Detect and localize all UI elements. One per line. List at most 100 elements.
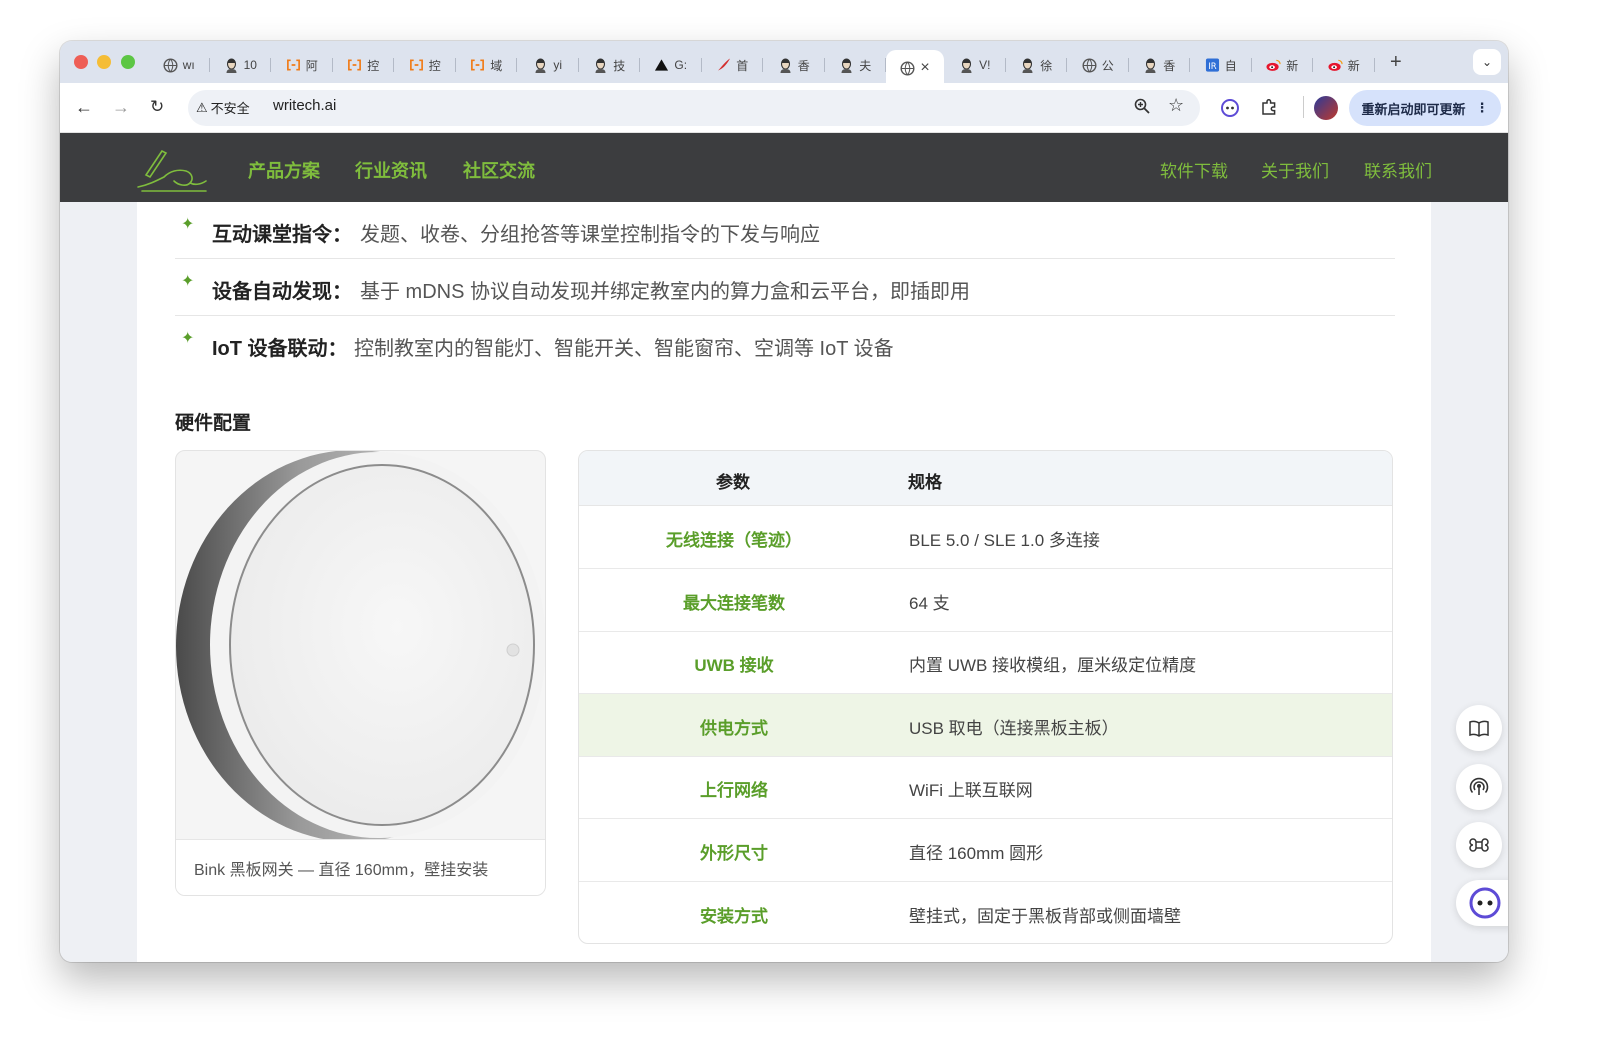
close-window-button[interactable] — [74, 55, 88, 69]
book-icon[interactable] — [1456, 705, 1502, 751]
extension-ai-icon[interactable] — [1220, 98, 1240, 123]
assistant-icon[interactable] — [1456, 880, 1508, 926]
spec-table: 参数 规格 无线连接（笔迹） BLE 5.0 / SLE 1.0 多连接 最大连接笔… — [578, 450, 1393, 944]
security-label: 不安全 — [210, 101, 250, 116]
address-bar[interactable] — [188, 90, 1200, 126]
feature-item: ✦ 互动课堂指令： 发题、收卷、分组抢答等课堂控制指令的下发与响应 — [175, 202, 1395, 259]
feature-item: ✦ IoT 设备联动： 控制教室内的智能灯、智能开关、智能窗帘、空调等 IoT … — [175, 316, 1395, 373]
spec-cell: 直径 160mm 圆形 — [909, 844, 1044, 863]
globe-icon — [900, 60, 915, 76]
browser-tab[interactable]: wı — [148, 50, 210, 80]
nav-community[interactable]: 社区交流 — [463, 157, 535, 183]
browser-tab[interactable]: V! — [944, 50, 1006, 80]
zoom-icon[interactable] — [1134, 98, 1150, 119]
feature-item: ✦ 设备自动发现： 基于 mDNS 协议自动发现并绑定教室内的算力盒和云平台，即… — [175, 259, 1395, 316]
tab-label: 10 — [243, 58, 257, 72]
table-row: UWB 接收 内置 UWB 接收模组，厘米级定位精度 — [579, 631, 1392, 695]
spec-cell: 64 支 — [909, 593, 950, 613]
spec-cell: WiFi 上联互联网 — [909, 781, 1033, 801]
avatar-icon — [224, 57, 239, 73]
url-text[interactable]: writech.ai — [273, 97, 336, 114]
param-cell: 安装方式 — [700, 906, 768, 926]
avatar-icon — [533, 57, 548, 73]
tab-label: 控 — [367, 58, 380, 73]
bracket-icon — [347, 58, 362, 73]
tab-active[interactable]: × — [886, 50, 944, 86]
podcast-icon[interactable] — [1456, 764, 1502, 810]
column-header-spec: 规格 — [908, 473, 942, 492]
tab-label: 新 — [1286, 58, 1299, 73]
hardware-section-title: 硬件配置 — [175, 413, 252, 434]
nav-products[interactable]: 产品方案 — [248, 157, 320, 183]
new-tab-button[interactable]: + — [1390, 51, 1402, 74]
sparkle-icon: ✦ — [181, 273, 195, 290]
browser-tab[interactable]: 公 — [1067, 50, 1129, 80]
avatar-icon — [1143, 57, 1158, 73]
command-icon[interactable] — [1456, 822, 1502, 868]
tab-search-button[interactable]: ⌄ — [1473, 49, 1501, 75]
site-logo[interactable] — [134, 141, 210, 198]
browser-tab[interactable]: 新 — [1252, 50, 1314, 80]
nav-about[interactable]: 关于我们 — [1261, 157, 1329, 182]
table-row: 最大连接笔数 64 支 — [579, 569, 1392, 632]
feature-title: 互动课堂指令： — [212, 224, 352, 246]
browser-tab[interactable]: 新 — [1313, 50, 1375, 80]
security-indicator[interactable]: ⚠ 不安全 — [196, 98, 250, 117]
browser-tab[interactable]: 夫 — [825, 50, 887, 80]
feature-desc: 控制教室内的智能灯、智能开关、智能窗帘、空调等 IoT 设备 — [354, 338, 894, 360]
bookmark-star-icon[interactable]: ☆ — [1168, 95, 1184, 116]
update-label: 重新启动即可更新 — [1361, 101, 1466, 117]
tab-label: 控 — [428, 58, 441, 73]
table-row: 供电方式 USB 取电（连接黑板主板） — [579, 693, 1392, 757]
warning-icon: ⚠ — [196, 99, 208, 115]
extensions-puzzle-icon[interactable] — [1260, 98, 1278, 121]
browser-tab[interactable]: 香 — [1129, 50, 1191, 80]
profile-avatar[interactable] — [1314, 96, 1338, 120]
spec-cell: BLE 5.0 / SLE 1.0 多连接 — [909, 531, 1100, 550]
param-cell: 供电方式 — [700, 718, 768, 738]
browser-tab[interactable]: 阿 — [271, 50, 333, 80]
feature-desc: 基于 mDNS 协议自动发现并绑定教室内的算力盒和云平台，即插即用 — [360, 281, 970, 303]
close-tab-icon[interactable]: × — [920, 59, 929, 77]
reload-icon[interactable]: ↻ — [150, 96, 164, 118]
nav-download[interactable]: 软件下载 — [1160, 157, 1228, 182]
browser-tab[interactable]: 10 — [210, 50, 272, 80]
browser-tab[interactable]: IR 自 — [1190, 50, 1252, 80]
feature-title: IoT 设备联动： — [212, 338, 348, 360]
browser-tab[interactable]: 域 — [456, 50, 518, 80]
browser-tab[interactable]: 香 — [763, 50, 825, 80]
more-menu-icon[interactable]: ⋮ — [1476, 100, 1489, 116]
browser-tab[interactable]: 控 — [333, 50, 395, 80]
zoom-window-button[interactable] — [121, 55, 135, 69]
toolbar-divider — [1303, 96, 1304, 118]
sparkle-icon: ✦ — [181, 330, 195, 347]
triangle-icon — [654, 58, 669, 73]
table-row: 无线连接（笔迹） BLE 5.0 / SLE 1.0 多连接 — [579, 506, 1392, 569]
table-row: 安装方式 壁挂式，固定于黑板背部或侧面墙壁 — [579, 882, 1392, 943]
param-cell: 外形尺寸 — [700, 844, 768, 863]
feature-desc: 发题、收卷、分组抢答等课堂控制指令的下发与响应 — [360, 224, 820, 246]
weibo-icon — [1266, 58, 1281, 73]
param-cell: 上行网络 — [700, 781, 768, 801]
param-cell: 无线连接（笔迹） — [666, 531, 802, 550]
browser-tab[interactable]: 首 — [702, 50, 764, 80]
back-icon[interactable]: ← — [75, 96, 93, 118]
tab-label: 香 — [1163, 58, 1176, 73]
product-image-card: Bink 黑板网关 — 直径 160mm，壁挂安装 — [175, 450, 546, 896]
minimize-window-button[interactable] — [97, 55, 111, 69]
tab-label: 香 — [797, 58, 810, 73]
gateway-device-image — [176, 451, 545, 842]
browser-tab[interactable]: 技 — [579, 50, 641, 80]
tab-label: 徐 — [1040, 58, 1053, 73]
content-card: ✦ 互动课堂指令： 发题、收卷、分组抢答等课堂控制指令的下发与响应 ✦ 设备自动… — [137, 202, 1431, 962]
update-button[interactable]: 重新启动即可更新 ⋮ — [1349, 90, 1501, 126]
nav-contact[interactable]: 联系我们 — [1364, 157, 1432, 182]
forward-icon[interactable]: → — [112, 96, 130, 118]
nav-industry-news[interactable]: 行业资讯 — [355, 157, 427, 183]
browser-tab[interactable]: yi — [517, 50, 579, 80]
bracket-icon — [409, 58, 424, 73]
table-row: 外形尺寸 直径 160mm 圆形 — [579, 819, 1392, 882]
browser-tab[interactable]: 控 — [394, 50, 456, 80]
browser-tab[interactable]: G: — [640, 50, 702, 80]
browser-tab[interactable]: 徐 — [1006, 50, 1068, 80]
